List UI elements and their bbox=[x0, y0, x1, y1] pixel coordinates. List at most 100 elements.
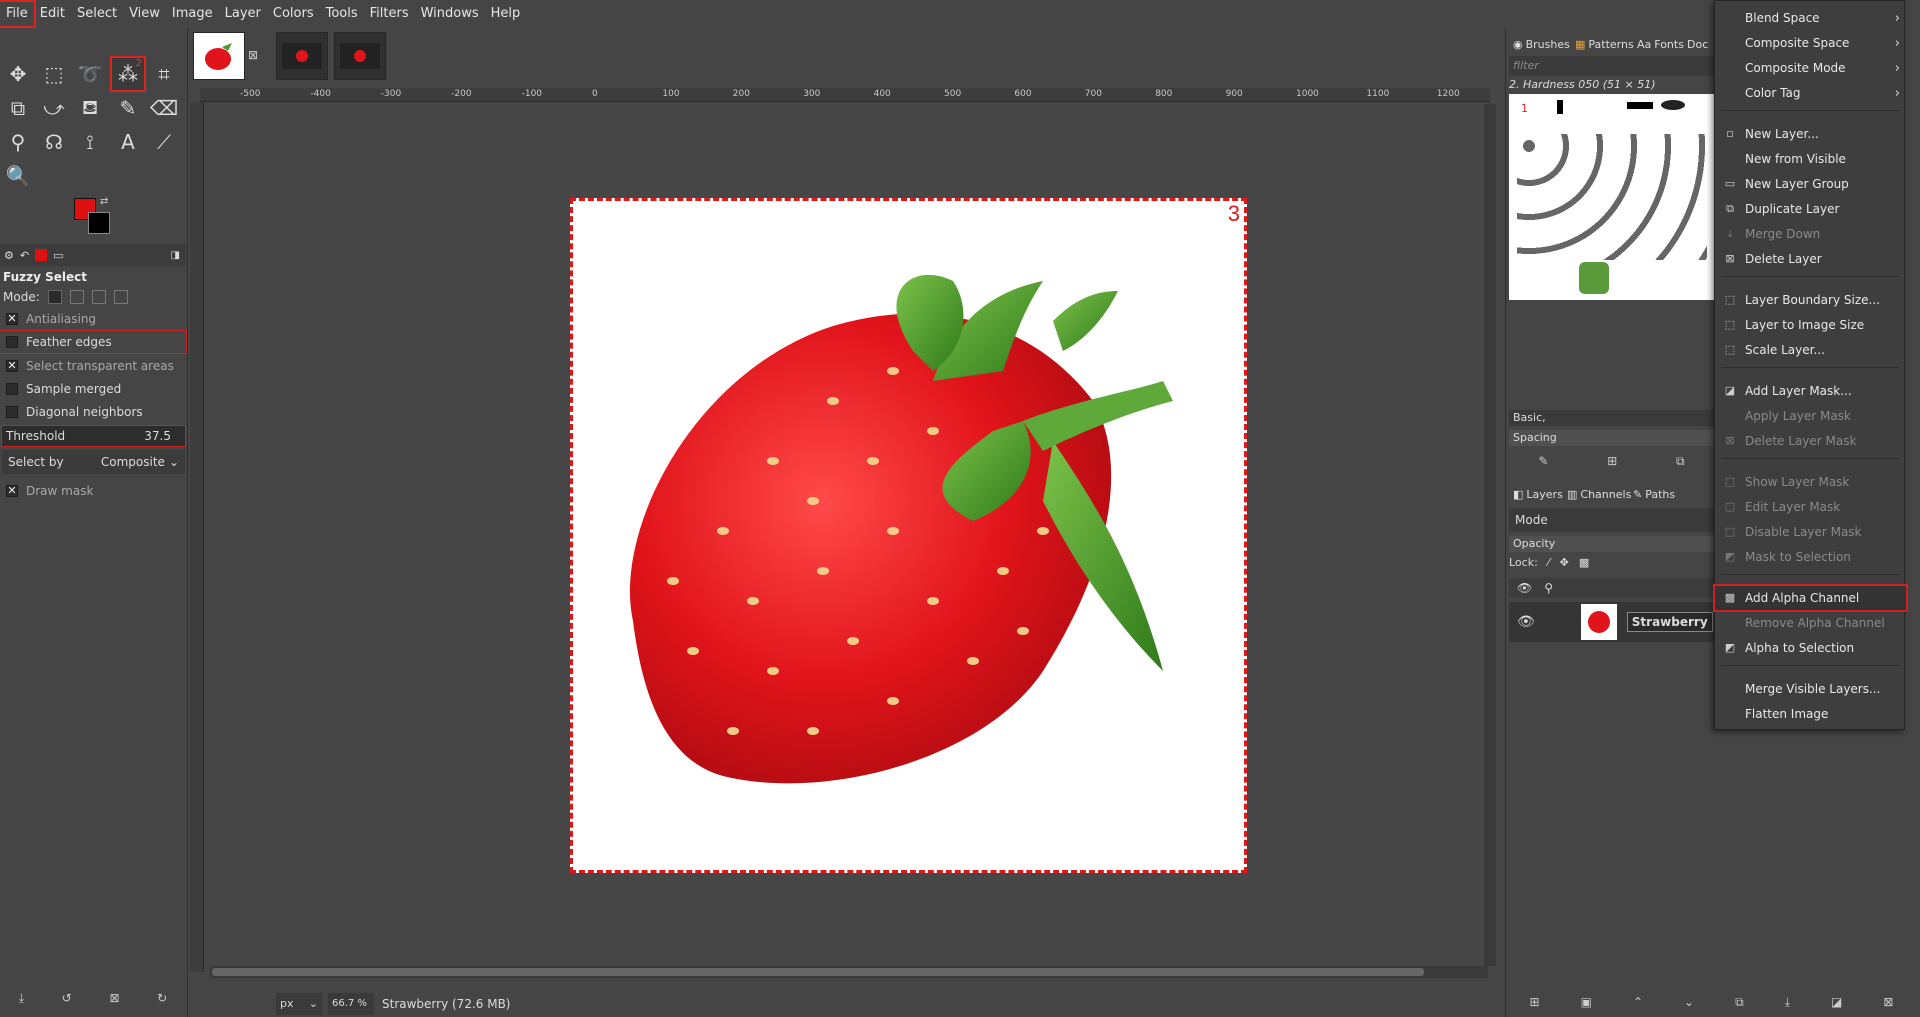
menu-duplicate-layer[interactable]: ⧉ Duplicate Layer bbox=[1715, 197, 1906, 221]
brush-filter-input[interactable]: filter bbox=[1509, 56, 1714, 76]
menu-add-alpha-channel[interactable]: ▩ Add Alpha Channel bbox=[1713, 584, 1908, 612]
new-group-icon[interactable]: ▣ bbox=[1581, 995, 1592, 1009]
menu-layer-to-image-size[interactable]: ⬚ Layer to Image Size bbox=[1715, 313, 1906, 337]
menu-new-from-visible[interactable]: New from Visible bbox=[1715, 147, 1906, 171]
image-tab-3[interactable] bbox=[334, 32, 386, 80]
menu-file[interactable]: File bbox=[0, 0, 36, 28]
new-brush-icon[interactable]: ⊞ bbox=[1607, 454, 1617, 468]
tab-patterns[interactable]: ▦ Patterns bbox=[1572, 34, 1637, 54]
close-tab-icon[interactable]: ⊠ bbox=[248, 48, 258, 62]
image-tab-strawberry[interactable] bbox=[193, 32, 245, 80]
lower-layer-icon[interactable]: ⌄ bbox=[1684, 995, 1694, 1009]
option-sample-merged[interactable]: Sample merged bbox=[0, 378, 186, 400]
raise-layer-icon[interactable]: ⌃ bbox=[1633, 995, 1643, 1009]
horizontal-scroll-thumb[interactable] bbox=[212, 968, 1424, 976]
menu-new-layer-group[interactable]: ▭ New Layer Group bbox=[1715, 172, 1906, 196]
unit-dropdown[interactable]: px ⌄ bbox=[276, 992, 322, 1015]
menu-scale-layer[interactable]: ⬚ Scale Layer... bbox=[1715, 338, 1906, 362]
zoom-tool-icon[interactable]: 🔍 bbox=[2, 160, 34, 192]
lock-position-icon[interactable]: ✥ bbox=[1560, 556, 1569, 569]
clone-tool-icon[interactable]: ⚲ bbox=[2, 126, 34, 158]
menu-edit[interactable]: Edit bbox=[34, 2, 71, 26]
fuzzy-select-tool-icon[interactable]: ⁂ 2 bbox=[110, 56, 146, 92]
sample-merged-checkbox[interactable] bbox=[6, 383, 18, 395]
crop-tool-icon[interactable]: ⌗ bbox=[148, 58, 180, 90]
tool-options-tab-icon[interactable]: ⚙ bbox=[4, 249, 14, 262]
duplicate-layer-icon[interactable]: ⧉ bbox=[1735, 995, 1744, 1010]
horizontal-ruler[interactable]: -500 -400 -300 -200 -100 0 100 200 300 400 500 600 7… bbox=[200, 88, 1530, 102]
draw-mask-checkbox[interactable]: ✕ bbox=[6, 485, 18, 497]
text-tool-icon[interactable]: A bbox=[112, 126, 144, 158]
bucket-fill-tool-icon[interactable]: ⛾ bbox=[74, 92, 106, 124]
menu-color-tag[interactable]: Color Tag › bbox=[1715, 81, 1906, 105]
warp-tool-icon[interactable]: ⤻ bbox=[38, 92, 70, 124]
option-antialiasing[interactable]: ✕ Antialiasing bbox=[0, 308, 186, 330]
option-draw-mask[interactable]: ✕ Draw mask bbox=[0, 480, 186, 502]
brush-preset[interactable]: Basic, bbox=[1509, 410, 1714, 426]
menu-filters[interactable]: Filters bbox=[364, 2, 415, 26]
menu-composite-mode[interactable]: Composite Mode › bbox=[1715, 56, 1906, 80]
merge-layer-icon[interactable]: ⤓ bbox=[1785, 995, 1790, 1010]
vertical-ruler[interactable] bbox=[190, 102, 204, 972]
duplicate-brush-icon[interactable]: ⧉ bbox=[1676, 454, 1685, 469]
move-tool-icon[interactable]: ✥ bbox=[2, 58, 34, 90]
menu-select[interactable]: Select bbox=[71, 2, 123, 26]
tab-document[interactable]: Doc bbox=[1684, 34, 1711, 54]
layer-name[interactable]: Strawberry bbox=[1626, 612, 1713, 632]
lock-alpha-icon[interactable]: ▩ bbox=[1579, 556, 1589, 569]
tab-brushes[interactable]: ◉ Brushes bbox=[1510, 34, 1573, 54]
option-diagonal-neighbors[interactable]: Diagonal neighbors bbox=[0, 401, 186, 423]
mask-layer-icon[interactable]: ◪ bbox=[1831, 995, 1842, 1009]
diagonal-neighbors-checkbox[interactable] bbox=[6, 406, 18, 418]
antialiasing-checkbox[interactable]: ✕ bbox=[6, 313, 18, 325]
tab-fonts[interactable]: Aa Fonts bbox=[1634, 34, 1687, 54]
configure-tab-icon[interactable]: ◨ bbox=[171, 250, 180, 261]
option-select-transparent[interactable]: ✕ Select transparent areas bbox=[0, 355, 186, 377]
select-transparent-checkbox[interactable]: ✕ bbox=[6, 360, 18, 372]
devices-tab-icon[interactable]: ▭ bbox=[53, 249, 63, 262]
spacing-slider[interactable]: Spacing bbox=[1509, 430, 1714, 446]
mode-subtract-icon[interactable] bbox=[91, 290, 106, 304]
tab-layers[interactable]: ◧ Layers bbox=[1510, 484, 1566, 504]
paintbrush-tool-icon[interactable]: ✎ bbox=[112, 92, 144, 124]
menu-delete-layer[interactable]: ⊠ Delete Layer bbox=[1715, 247, 1906, 271]
images-tab-icon[interactable] bbox=[35, 249, 48, 261]
image-canvas[interactable]: 3 bbox=[570, 198, 1247, 873]
tab-channels[interactable]: ▥ Channels bbox=[1564, 484, 1634, 504]
lasso-tool-icon[interactable]: ➰ bbox=[74, 58, 106, 90]
eraser-tool-icon[interactable]: ⌫ bbox=[148, 92, 180, 124]
menu-view[interactable]: View bbox=[123, 2, 166, 26]
lock-pixels-icon[interactable]: ⁄ bbox=[1548, 556, 1550, 569]
mode-intersect-icon[interactable] bbox=[113, 290, 128, 304]
mode-replace-icon[interactable] bbox=[47, 290, 62, 304]
background-color-swatch[interactable] bbox=[88, 212, 110, 234]
save-options-icon[interactable]: ⤓ bbox=[19, 991, 24, 1006]
swap-colors-icon[interactable]: ⇄ bbox=[100, 196, 108, 207]
delete-options-icon[interactable]: ⊠ bbox=[109, 991, 119, 1005]
menu-windows[interactable]: Windows bbox=[415, 2, 485, 26]
menu-blend-space[interactable]: Blend Space › bbox=[1715, 6, 1906, 30]
menu-help[interactable]: Help bbox=[485, 2, 527, 26]
menu-layer-boundary-size[interactable]: ⬚ Layer Boundary Size... bbox=[1715, 288, 1906, 312]
smudge-tool-icon[interactable]: ☊ bbox=[38, 126, 70, 158]
option-feather-edges[interactable]: Feather edges bbox=[0, 330, 187, 354]
image-tab-2[interactable] bbox=[276, 32, 328, 80]
new-layer-icon[interactable]: ⊞ bbox=[1530, 995, 1540, 1009]
chevron-down-icon[interactable]: ⌄ bbox=[169, 455, 179, 469]
menu-flatten-image[interactable]: Flatten Image bbox=[1715, 702, 1906, 726]
mode-add-icon[interactable] bbox=[69, 290, 84, 304]
brush-grid[interactable]: 1 bbox=[1509, 94, 1714, 300]
menu-colors[interactable]: Colors bbox=[267, 2, 320, 26]
menu-new-layer[interactable]: ▫ New Layer... bbox=[1715, 122, 1906, 146]
threshold-slider[interactable]: Threshold 37.5 bbox=[1, 425, 186, 447]
tab-paths[interactable]: ✎ Paths bbox=[1630, 484, 1678, 504]
unified-transform-tool-icon[interactable]: ⧉ bbox=[2, 92, 34, 124]
menu-image[interactable]: Image bbox=[166, 2, 219, 26]
menu-merge-visible-layers[interactable]: Merge Visible Layers... bbox=[1715, 677, 1906, 701]
delete-layer-icon[interactable]: ⊠ bbox=[1883, 995, 1893, 1009]
menu-composite-space[interactable]: Composite Space › bbox=[1715, 31, 1906, 55]
horizontal-scrollbar[interactable] bbox=[210, 966, 1488, 978]
paths-tool-icon[interactable]: ⟟ bbox=[74, 126, 106, 158]
edit-brush-icon[interactable]: ✎ bbox=[1538, 454, 1548, 468]
vertical-scrollbar[interactable] bbox=[1484, 104, 1496, 966]
